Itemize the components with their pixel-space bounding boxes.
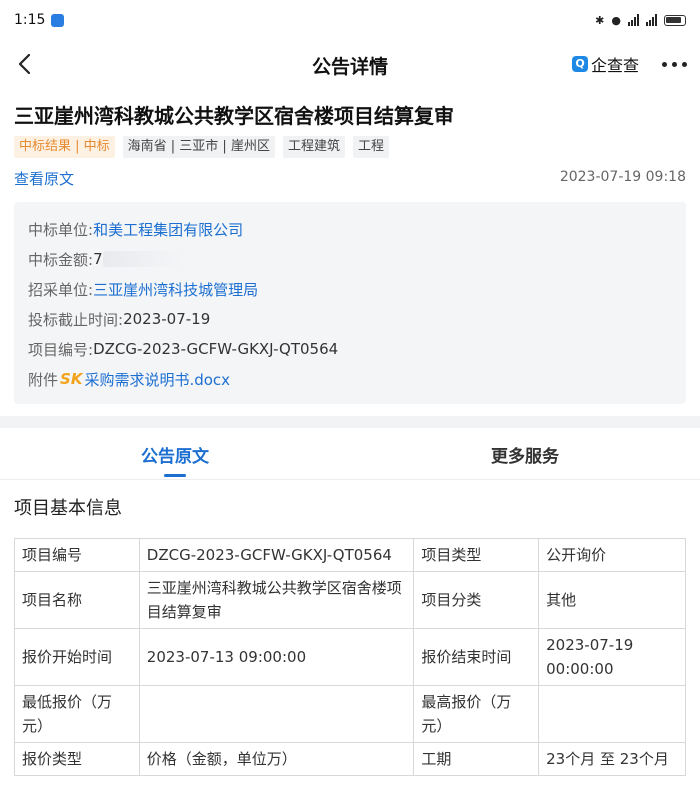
amount-label: 中标金额: xyxy=(28,250,94,269)
buyer-row: 招采单位: 三亚崖州湾科技城管理局 xyxy=(28,274,672,304)
buyer-label: 招采单位: xyxy=(28,280,94,299)
signal-icon-2 xyxy=(646,14,657,26)
amount-row: 中标金额: 7 xyxy=(28,244,672,274)
section-title: 项目基本信息 xyxy=(14,498,122,519)
table-row: 报价开始时间 2023-07-13 09:00:00 报价结束时间 2023-0… xyxy=(14,628,686,686)
table-cell: 项目名称 xyxy=(14,571,140,629)
table-cell: 报价类型 xyxy=(14,742,140,776)
more-menu-icon[interactable] xyxy=(662,62,687,67)
tab-announcement[interactable]: 公告原文 xyxy=(141,442,209,467)
status-bar: 1:15 ✱ ● xyxy=(0,0,700,40)
winner-row: 中标单位: 和美工程集团有限公司 xyxy=(28,214,672,244)
battery-icon xyxy=(664,14,686,26)
bluetooth-icon: ✱ xyxy=(595,13,605,27)
amount-blur xyxy=(102,251,183,267)
announcement-content: 项目基本信息 项目编号 DZCG-2023-GCFW-GKXJ-QT0564 项… xyxy=(0,480,700,789)
winner-label: 中标单位: xyxy=(28,220,94,239)
tag-list: 中标结果 | 中标 海南省 | 三亚市 | 崖州区 工程建筑 工程 xyxy=(14,136,389,158)
sk-badge-icon: SK xyxy=(60,370,83,388)
announcement-header: 三亚崖州湾科教城公共教学区宿舍楼项目结算复审 中标结果 | 中标 海南省 | 三… xyxy=(0,88,700,188)
app-notification-icon xyxy=(51,13,65,27)
summary-section: 中标单位: 和美工程集团有限公司 中标金额: 7 招采单位: 三亚崖州湾科技城管… xyxy=(0,188,700,416)
summary-card: 中标单位: 和美工程集团有限公司 中标金额: 7 招采单位: 三亚崖州湾科技城管… xyxy=(14,202,686,404)
attachment-row: 附件 SK 采购需求说明书.docx xyxy=(28,364,672,394)
table-cell: 工期 xyxy=(413,742,540,776)
tag-region: 海南省 | 三亚市 | 崖州区 xyxy=(122,136,275,158)
table-cell: 最高报价（万元） xyxy=(413,685,540,743)
project-no-value: DZCG-2023-GCFW-GKXJ-QT0564 xyxy=(93,340,339,358)
tab-indicator xyxy=(164,474,186,477)
table-row: 最低报价（万元） 最高报价（万元） xyxy=(14,685,686,743)
table-row: 报价类型 价格（金额，单位万） 工期 23个月 至 23个月 xyxy=(14,742,686,776)
project-no-label: 项目编号: xyxy=(28,340,94,359)
status-left: 1:15 xyxy=(14,12,65,28)
amount-value: 7 xyxy=(93,250,103,268)
table-cell xyxy=(138,685,415,743)
table-cell: 报价结束时间 xyxy=(413,628,540,686)
location-icon: ● xyxy=(611,13,621,27)
winner-link[interactable]: 和美工程集团有限公司 xyxy=(93,219,243,240)
status-time: 1:15 xyxy=(14,12,46,28)
signal-icon xyxy=(628,14,639,26)
table-row: 项目编号 DZCG-2023-GCFW-GKXJ-QT0564 项目类型 公开询… xyxy=(14,538,686,572)
table-cell: DZCG-2023-GCFW-GKXJ-QT0564 xyxy=(138,538,415,572)
table-cell: 最低报价（万元） xyxy=(14,685,140,743)
publish-time: 2023-07-19 09:18 xyxy=(559,169,686,185)
table-row: 项目名称 三亚崖州湾科教城公共教学区宿舍楼项目结算复审 项目分类 其他 xyxy=(14,571,686,629)
view-original-link[interactable]: 查看原文 xyxy=(14,168,74,189)
deadline-row: 投标截止时间: 2023-07-19 xyxy=(28,304,672,334)
table-cell: 公开询价 xyxy=(538,538,686,572)
table-cell: 三亚崖州湾科教城公共教学区宿舍楼项目结算复审 xyxy=(138,571,415,629)
tab-bar: 公告原文 更多服务 xyxy=(0,428,700,480)
table-cell xyxy=(538,685,686,743)
status-right: ✱ ● xyxy=(595,14,686,27)
qcc-label: 企查查 xyxy=(591,56,640,75)
announcement-title: 三亚崖州湾科教城公共教学区宿舍楼项目结算复审 xyxy=(14,104,454,128)
qcc-logo-icon: Q xyxy=(572,56,588,72)
project-no-row: 项目编号: DZCG-2023-GCFW-GKXJ-QT0564 xyxy=(28,334,672,364)
tag-category: 工程 xyxy=(352,136,389,158)
buyer-link[interactable]: 三亚崖州湾科技城管理局 xyxy=(93,279,258,300)
table-cell: 2023-07-19 00:00:00 xyxy=(538,628,686,686)
nav-bar: 公告详情 Q 企查查 xyxy=(0,40,700,88)
table-cell: 2023-07-13 09:00:00 xyxy=(138,628,415,686)
table-cell: 23个月 至 23个月 xyxy=(538,742,686,776)
table-cell: 项目分类 xyxy=(413,571,540,629)
tab-more-services[interactable]: 更多服务 xyxy=(491,442,559,467)
project-info-table: 项目编号 DZCG-2023-GCFW-GKXJ-QT0564 项目类型 公开询… xyxy=(14,538,686,776)
deadline-value: 2023-07-19 xyxy=(123,310,211,328)
deadline-label: 投标截止时间: xyxy=(28,310,124,329)
table-cell: 其他 xyxy=(538,571,686,629)
attachment-link[interactable]: 采购需求说明书.docx xyxy=(84,369,230,390)
table-cell: 价格（金额，单位万） xyxy=(138,742,415,776)
qcc-button[interactable]: Q 企查查 xyxy=(572,52,639,76)
tag-industry: 工程建筑 xyxy=(282,136,345,158)
table-cell: 项目类型 xyxy=(413,538,540,572)
table-cell: 报价开始时间 xyxy=(14,628,140,686)
table-cell: 项目编号 xyxy=(14,538,140,572)
attachment-label: 附件 xyxy=(28,370,59,389)
tag-result: 中标结果 | 中标 xyxy=(14,136,115,158)
